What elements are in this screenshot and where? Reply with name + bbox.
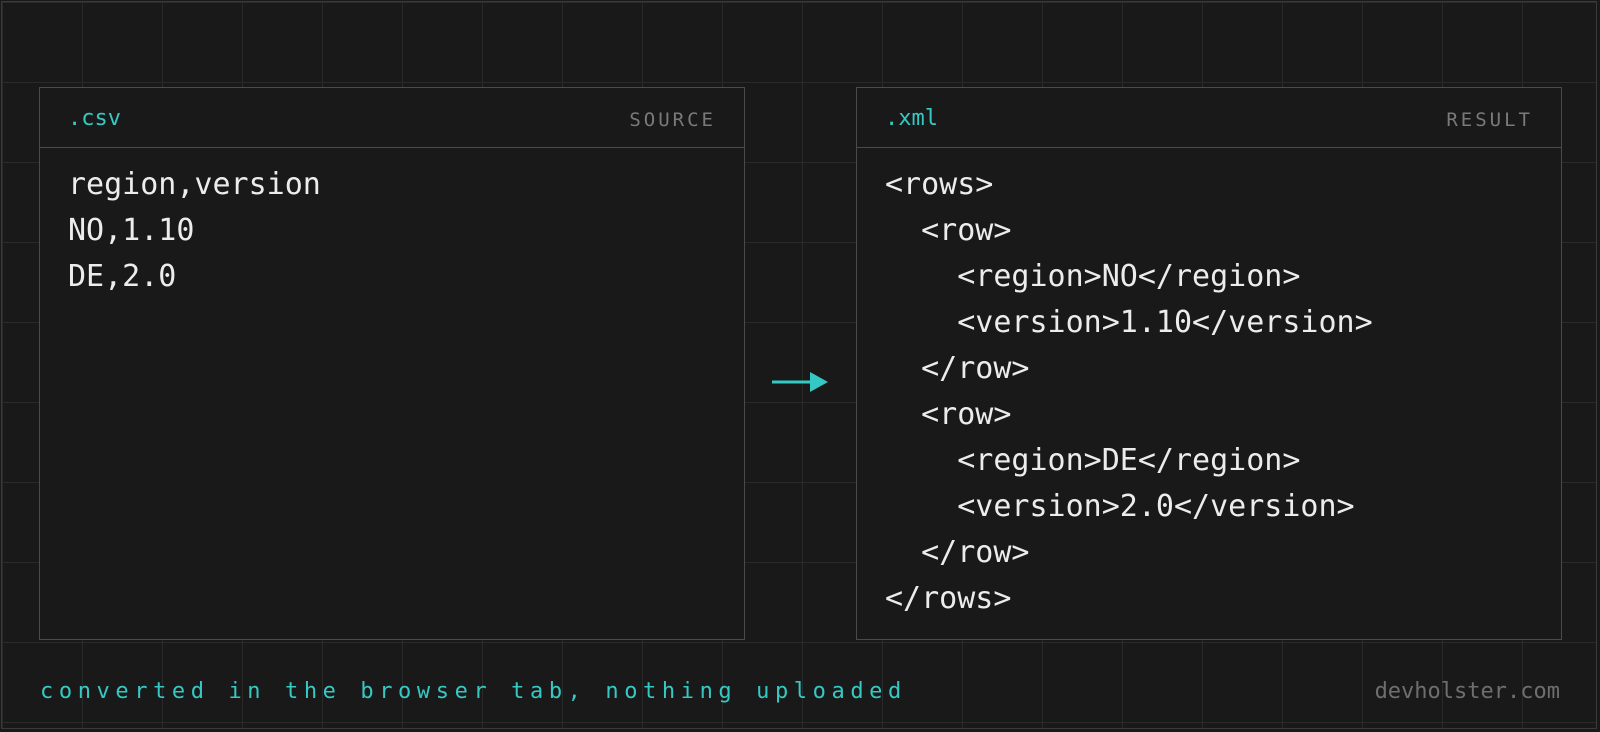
result-panel-header: .xml RESULT xyxy=(857,88,1561,148)
brand-label: devholster.com xyxy=(1374,679,1560,704)
arrow-right-icon xyxy=(772,372,828,392)
source-line: NO,1.10 xyxy=(68,213,195,248)
result-line: <region>NO</region> xyxy=(885,259,1301,294)
privacy-note: converted in the browser tab, nothing up… xyxy=(40,679,907,704)
result-line: <version>1.10</version> xyxy=(885,305,1373,340)
source-code-block: region,version NO,1.10 DE,2.0 xyxy=(40,148,744,300)
result-line: <version>2.0</version> xyxy=(885,489,1355,524)
result-panel: .xml RESULT <rows> <row> <region>NO</reg… xyxy=(856,87,1562,640)
result-role-label: RESULT xyxy=(1446,109,1533,131)
result-line: <row> xyxy=(885,397,1012,432)
source-line: region,version xyxy=(68,167,321,202)
source-line: DE,2.0 xyxy=(68,259,177,294)
result-code-block: <rows> <row> <region>NO</region> <versio… xyxy=(857,148,1561,622)
result-line: <region>DE</region> xyxy=(885,443,1301,478)
source-panel-header: .csv SOURCE xyxy=(40,88,744,148)
result-line: </row> xyxy=(885,351,1030,386)
result-extension-label: .xml xyxy=(885,106,938,131)
result-line: <rows> xyxy=(885,167,994,202)
source-panel: .csv SOURCE region,version NO,1.10 DE,2.0 xyxy=(39,87,745,640)
result-line: <row> xyxy=(885,213,1012,248)
source-role-label: SOURCE xyxy=(629,109,716,131)
source-extension-label: .csv xyxy=(68,106,121,131)
result-line: </rows> xyxy=(885,581,1012,616)
result-line: </row> xyxy=(885,535,1030,570)
